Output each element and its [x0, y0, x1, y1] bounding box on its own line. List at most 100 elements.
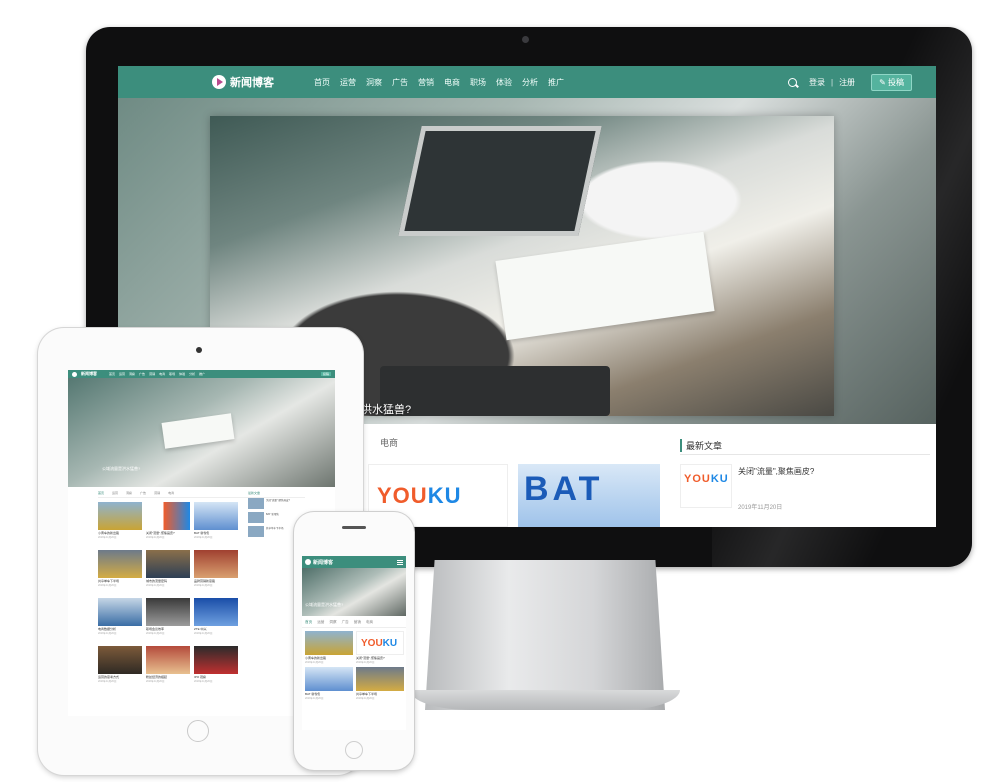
- sidebar-title: 最新文章: [680, 439, 722, 452]
- search-icon[interactable]: [787, 77, 797, 87]
- tab-item[interactable]: 运营: [112, 491, 118, 495]
- tab-item[interactable]: 电商: [168, 491, 174, 495]
- nav-item[interactable]: 职场: [169, 372, 175, 376]
- sidebar-divider: [680, 454, 930, 455]
- article-card[interactable]: 电商数据分析 2019年11月20日: [98, 598, 142, 642]
- tab-item[interactable]: 营销: [354, 620, 361, 625]
- article-card[interactable]: 共享单车下半场 2019年11月20日: [98, 550, 142, 594]
- article-date: 2019年11月20日: [98, 584, 117, 587]
- article-card[interactable]: 职场会议效率 2019年11月20日: [146, 598, 190, 642]
- tablet-sidebar-item[interactable]: BAT 新零售: [248, 512, 303, 523]
- tablet-main-menu: 首页 运营 洞察 广告 营销 电商 职场 体验 分析 推广: [109, 372, 205, 376]
- article-card[interactable]: IPO 观察 2019年11月20日: [194, 646, 238, 690]
- nav-item[interactable]: 分析: [189, 372, 195, 376]
- tab-item[interactable]: 营销: [154, 491, 160, 495]
- nav-item-marketing[interactable]: 营销: [418, 77, 434, 88]
- tablet-logo-text[interactable]: 新闻博客: [81, 371, 97, 377]
- nav-item[interactable]: 首页: [109, 372, 115, 376]
- tablet-sidebar-item[interactable]: 关闭"流量",聚焦画皮?: [248, 498, 303, 509]
- tablet-hero-slider[interactable]: 公域流量是洪水猛兽?: [68, 378, 335, 487]
- youku-logo-text: YOUKU: [377, 483, 462, 508]
- phone-hero-caption[interactable]: 公域流量是洪水猛兽?: [305, 602, 343, 608]
- nav-item[interactable]: 营销: [149, 372, 155, 376]
- desktop-main-menu: 首页 运营 洞察 广告 营销 电商 职场 体验 分析 推广: [314, 77, 564, 88]
- article-image: [98, 598, 142, 626]
- post-article-label: 投稿: [888, 77, 904, 87]
- article-card[interactable]: 品牌营销新思路 2019年11月20日: [194, 550, 238, 594]
- tab-item[interactable]: 洞察: [126, 491, 132, 495]
- tablet-post-button[interactable]: 投稿: [320, 372, 331, 376]
- phone-hero-slider[interactable]: 公域流量是洪水猛兽?: [302, 568, 406, 616]
- nav-item-insight[interactable]: 洞察: [366, 77, 382, 88]
- sidebar-article-thumb[interactable]: YOUKU: [680, 464, 732, 508]
- article-card[interactable]: 关闭"流量",聚焦画皮? 2019年11月20日: [146, 502, 190, 546]
- tablet-camera-icon: [196, 347, 202, 353]
- article-card[interactable]: BAT 新零售 2019年11月20日: [194, 502, 238, 546]
- article-date: 2019年11月20日: [305, 697, 324, 700]
- nav-item-analysis[interactable]: 分析: [522, 77, 538, 88]
- nav-item-promotion[interactable]: 推广: [548, 77, 564, 88]
- desktop-logo[interactable]: 新闻博客: [212, 74, 312, 90]
- article-image: [194, 550, 238, 578]
- tablet-navbar: 新闻博客 首页 运营 洞察 广告 营销 电商 职场 体验 分析 推广 投稿: [68, 370, 335, 378]
- bat-logo-text: BAT: [524, 470, 604, 508]
- phone-speaker: [342, 526, 366, 529]
- article-image: [305, 631, 353, 655]
- article-card[interactable]: YOUKU 关闭"流量",聚焦画皮? 2019年11月20日: [356, 631, 404, 664]
- webcam-icon: [522, 36, 529, 43]
- tab-ecommerce[interactable]: 电商: [380, 436, 398, 449]
- tab-item[interactable]: 电商: [366, 620, 373, 625]
- article-card[interactable]: 共享单车下半场 2019年11月20日: [356, 667, 404, 700]
- nav-item[interactable]: 运营: [119, 372, 125, 376]
- nav-item-ecommerce[interactable]: 电商: [444, 77, 460, 88]
- post-article-button[interactable]: ✎ 投稿: [871, 73, 912, 91]
- tab-home[interactable]: 首页: [98, 491, 104, 495]
- play-logo-icon: [305, 559, 311, 565]
- nav-item[interactable]: 电商: [159, 372, 165, 376]
- hamburger-menu-icon[interactable]: [397, 559, 403, 565]
- article-card[interactable]: 小黄车的新出路 2019年11月20日: [305, 631, 353, 664]
- play-logo-icon: [72, 371, 77, 377]
- article-thumb-bat[interactable]: BAT: [518, 464, 660, 527]
- desktop-navbar: 新闻博客 首页 运营 洞察 广告 营销 电商 职场 体验 分析 推广 登录 | …: [118, 66, 936, 98]
- nav-item[interactable]: 广告: [139, 372, 145, 376]
- article-image: [98, 502, 142, 530]
- article-card[interactable]: 城市的流量密码 2019年11月20日: [146, 550, 190, 594]
- nav-item-home[interactable]: 首页: [314, 77, 330, 88]
- youku-logo-text: YOUKU: [684, 473, 729, 485]
- article-date: 2019年11月20日: [194, 680, 213, 683]
- monitor-stand: [425, 560, 665, 710]
- nav-item-operations[interactable]: 运营: [340, 77, 356, 88]
- sidebar-item-title: 关闭"流量",聚焦画皮?: [266, 499, 290, 502]
- article-card[interactable]: 运营的思考方式 2019年11月20日: [98, 646, 142, 690]
- phone-screen: 新闻博客 公域流量是洪水猛兽? 首页 运营 洞察 广告 营销 电商 小黄车的新出…: [302, 556, 406, 730]
- sidebar-article-title[interactable]: 关闭"流量",聚焦画皮?: [738, 466, 814, 477]
- tab-home[interactable]: 首页: [305, 620, 312, 625]
- tab-item[interactable]: 广告: [342, 620, 349, 625]
- article-card[interactable]: BAT 新零售 2019年11月20日: [305, 667, 353, 700]
- phone-device: 新闻博客 公域流量是洪水猛兽? 首页 运营 洞察 广告 营销 电商 小黄车的新出…: [294, 512, 414, 770]
- register-link[interactable]: 注册: [839, 77, 855, 88]
- nav-item[interactable]: 洞察: [129, 372, 135, 376]
- phone-logo-text[interactable]: 新闻博客: [313, 559, 333, 566]
- monitor-stand-base: [410, 690, 680, 710]
- tab-item[interactable]: 洞察: [329, 620, 336, 625]
- article-date: 2019年11月20日: [194, 536, 213, 539]
- desktop-nav-actions: 登录 | 注册 ✎ 投稿: [787, 73, 912, 91]
- tab-item[interactable]: 运营: [317, 620, 324, 625]
- article-card[interactable]: 小黄车的新出路 2019年11月20日: [98, 502, 142, 546]
- nav-item[interactable]: 体验: [179, 372, 185, 376]
- sidebar-thumb: [248, 526, 264, 537]
- sidebar-thumb: [248, 498, 264, 509]
- sidebar-article-date: 2019年11月20日: [738, 505, 783, 511]
- article-card[interactable]: ZTE 中兴 2019年11月20日: [194, 598, 238, 642]
- tablet-hero-caption[interactable]: 公域流量是洪水猛兽?: [102, 466, 140, 472]
- tab-item[interactable]: 广告: [140, 491, 146, 495]
- nav-item-experience[interactable]: 体验: [496, 77, 512, 88]
- article-date: 2019年11月20日: [146, 680, 165, 683]
- article-card[interactable]: 粉丝经济的崛起 2019年11月20日: [146, 646, 190, 690]
- nav-item-ads[interactable]: 广告: [392, 77, 408, 88]
- nav-item[interactable]: 推广: [199, 372, 205, 376]
- login-link[interactable]: 登录: [809, 77, 825, 88]
- nav-item-career[interactable]: 职场: [470, 77, 486, 88]
